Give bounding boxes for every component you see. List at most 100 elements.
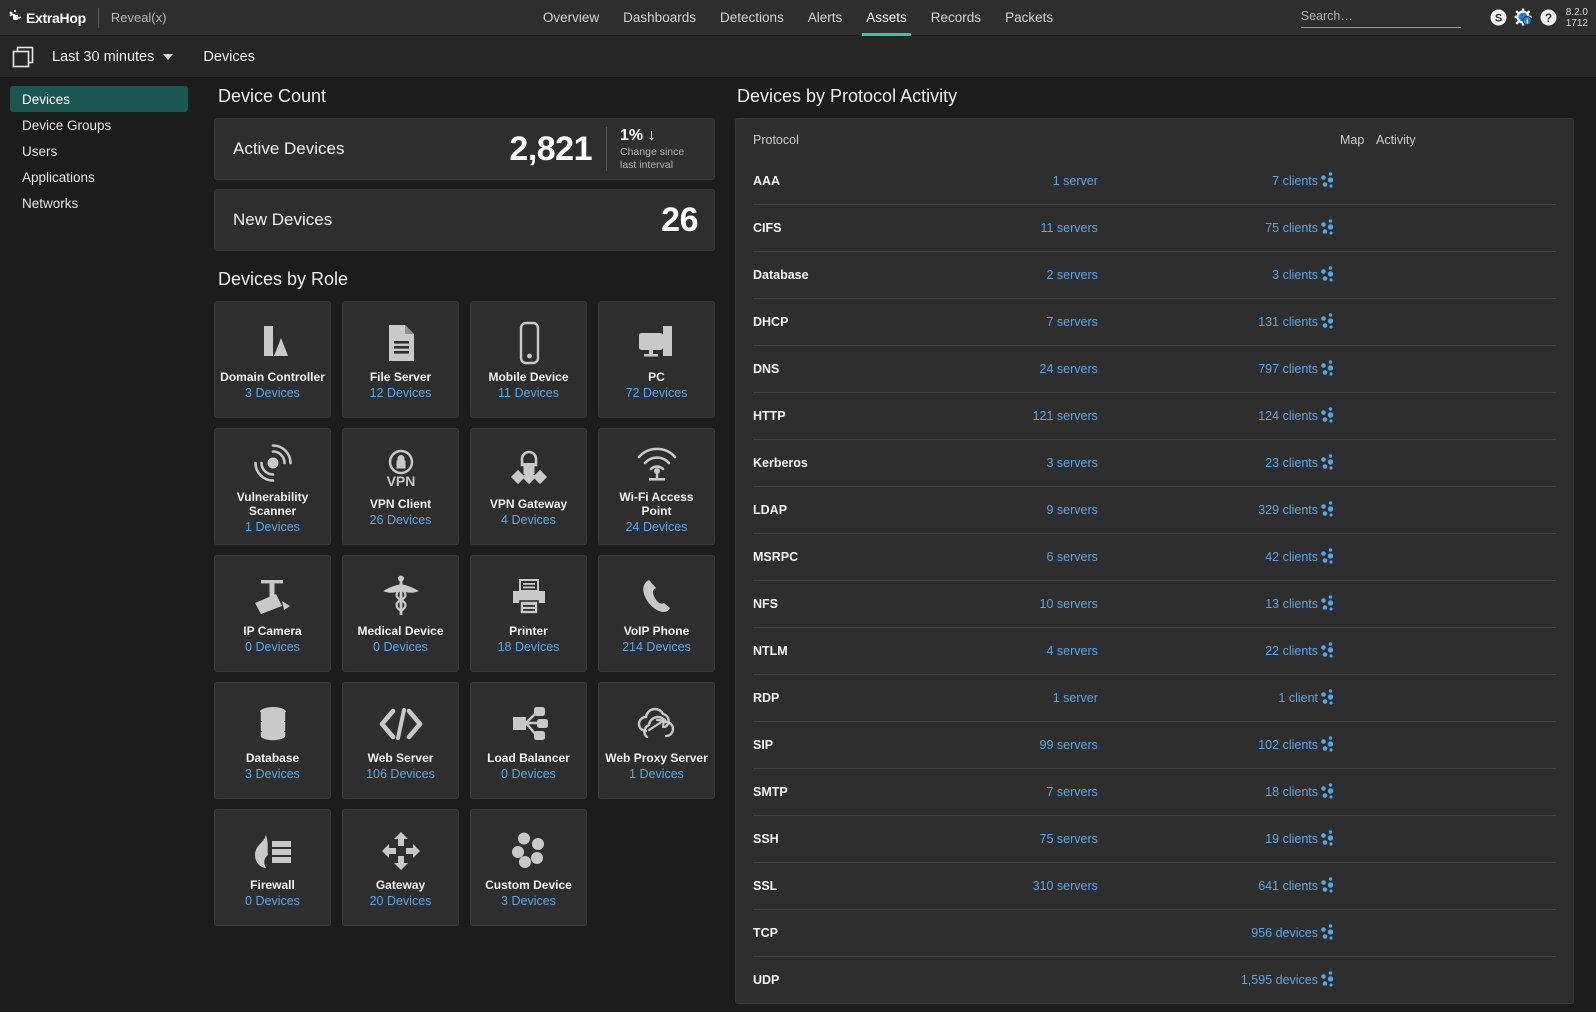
time-range-picker[interactable]: Last 30 minutes	[52, 49, 174, 65]
global-search[interactable]	[1300, 7, 1461, 28]
role-card-web-proxy-server[interactable]: Web Proxy Server 1 Devices	[598, 682, 715, 799]
tab-packets[interactable]: Packets	[993, 0, 1065, 36]
client-count-link[interactable]: 131 clients	[1097, 298, 1318, 346]
table-row[interactable]: Kerberos 3 servers 23 clients	[753, 439, 1556, 487]
role-count[interactable]: 214 Devices	[622, 640, 691, 654]
network-map-icon[interactable]	[1318, 688, 1336, 709]
client-count-link[interactable]: 23 clients	[1097, 439, 1318, 487]
role-count[interactable]: 106 Devices	[366, 767, 435, 781]
tab-overview[interactable]: Overview	[531, 0, 611, 36]
sidebar-item-users[interactable]: Users	[10, 138, 188, 164]
gear-info-icon[interactable]: i	[1514, 8, 1533, 27]
help-icon[interactable]: ?	[1540, 9, 1557, 26]
client-count-link[interactable]: 329 clients	[1097, 486, 1318, 534]
server-count-link[interactable]: 6 servers	[911, 533, 1098, 581]
role-count[interactable]: 0 Devices	[501, 767, 556, 781]
role-card-firewall[interactable]: Firewall 0 Devices	[214, 809, 331, 926]
server-count-link[interactable]: 75 servers	[911, 815, 1098, 863]
network-map-icon[interactable]	[1318, 923, 1336, 944]
role-card-medical-device[interactable]: Medical Device 0 Devices	[342, 555, 459, 672]
client-count-link[interactable]: 75 clients	[1097, 204, 1318, 252]
table-row[interactable]: RDP 1 server 1 client	[753, 674, 1556, 722]
client-count-link[interactable]: 124 clients	[1097, 392, 1318, 440]
role-count[interactable]: 26 Devices	[370, 513, 432, 527]
role-count[interactable]: 3 Devices	[245, 767, 300, 781]
table-row[interactable]: NTLM 4 servers 22 clients	[753, 627, 1556, 675]
role-card-wifi-access-point[interactable]: Wi-Fi Access Point 24 Devices	[598, 428, 715, 545]
role-count[interactable]: 0 Devices	[245, 894, 300, 908]
table-row[interactable]: DNS 24 servers 797 clients	[753, 345, 1556, 393]
network-map-icon[interactable]	[1318, 829, 1336, 850]
network-map-icon[interactable]	[1318, 782, 1336, 803]
tab-dashboards[interactable]: Dashboards	[611, 0, 708, 36]
role-card-vulnerability-scanner[interactable]: Vulnerability Scanner 1 Devices	[214, 428, 331, 545]
table-row[interactable]: HTTP 121 servers 124 clients	[753, 392, 1556, 440]
role-count[interactable]: 12 Devices	[370, 386, 432, 400]
tab-assets[interactable]: Assets	[854, 0, 919, 36]
search-input[interactable]	[1300, 9, 1461, 23]
server-count-link[interactable]: 10 servers	[911, 580, 1098, 628]
sidebar-item-applications[interactable]: Applications	[10, 164, 188, 190]
client-count-link[interactable]: 102 clients	[1097, 721, 1318, 769]
extrahop-logo[interactable]: ExtraHop	[8, 9, 86, 26]
role-card-database[interactable]: Database 3 Devices	[214, 682, 331, 799]
client-count-link[interactable]: 956 devices	[1097, 909, 1318, 957]
role-count[interactable]: 3 Devices	[501, 894, 556, 908]
table-row[interactable]: Database 2 servers 3 clients	[753, 251, 1556, 299]
network-map-icon[interactable]	[1318, 735, 1336, 756]
network-map-icon[interactable]	[1318, 218, 1336, 239]
client-count-link[interactable]: 641 clients	[1097, 862, 1318, 910]
server-count-link[interactable]: 7 servers	[911, 298, 1098, 346]
server-count-link[interactable]: 7 servers	[911, 768, 1098, 816]
role-count[interactable]: 20 Devices	[370, 894, 432, 908]
network-map-icon[interactable]	[1318, 641, 1336, 662]
server-count-link[interactable]: 11 servers	[911, 204, 1098, 252]
role-count[interactable]: 24 Devices	[626, 520, 688, 534]
sidebar-item-devices[interactable]: Devices	[10, 86, 188, 112]
network-map-icon[interactable]	[1318, 171, 1336, 192]
role-card-gateway[interactable]: Gateway 20 Devices	[342, 809, 459, 926]
network-map-icon[interactable]	[1318, 312, 1336, 333]
new-devices-card[interactable]: New Devices 26	[214, 189, 715, 251]
server-count-link[interactable]: 9 servers	[911, 486, 1098, 534]
server-count-link[interactable]: 99 servers	[911, 721, 1098, 769]
role-card-web-server[interactable]: Web Server 106 Devices	[342, 682, 459, 799]
role-count[interactable]: 18 Devices	[498, 640, 560, 654]
role-card-file-server[interactable]: File Server 12 Devices	[342, 301, 459, 418]
table-row[interactable]: NFS 10 servers 13 clients	[753, 580, 1556, 628]
server-count-link[interactable]	[911, 909, 1098, 957]
table-row[interactable]: CIFS 11 servers 75 clients	[753, 204, 1556, 252]
server-count-link[interactable]: 2 servers	[911, 251, 1098, 299]
client-count-link[interactable]: 1,595 devices	[1097, 956, 1318, 1003]
client-count-link[interactable]: 1 client	[1097, 674, 1318, 722]
server-count-link[interactable]: 1 server	[912, 158, 1098, 205]
network-map-icon[interactable]	[1318, 547, 1336, 568]
table-row[interactable]: SMTP 7 servers 18 clients	[753, 768, 1556, 816]
client-count-link[interactable]: 18 clients	[1097, 768, 1318, 816]
network-map-icon[interactable]	[1318, 265, 1336, 286]
client-count-link[interactable]: 19 clients	[1097, 815, 1318, 863]
network-map-icon[interactable]	[1318, 406, 1336, 427]
server-count-link[interactable]: 121 servers	[911, 392, 1098, 440]
network-map-icon[interactable]	[1318, 359, 1336, 380]
table-row[interactable]: MSRPC 6 servers 42 clients	[753, 533, 1556, 581]
sidebar-item-networks[interactable]: Networks	[10, 190, 188, 216]
role-card-domain-controller[interactable]: Domain Controller 3 Devices	[214, 301, 331, 418]
table-row[interactable]: TCP 956 devices	[753, 909, 1556, 957]
network-map-icon[interactable]	[1318, 970, 1336, 991]
role-count[interactable]: 1 Devices	[245, 520, 300, 534]
table-row[interactable]: SSL 310 servers 641 clients	[753, 862, 1556, 910]
role-card-mobile-device[interactable]: Mobile Device 11 Devices	[470, 301, 587, 418]
role-count[interactable]: 1 Devices	[629, 767, 684, 781]
role-count[interactable]: 3 Devices	[245, 386, 300, 400]
table-row[interactable]: SIP 99 servers 102 clients	[753, 721, 1556, 769]
role-card-pc[interactable]: PC 72 Devices	[598, 301, 715, 418]
network-map-icon[interactable]	[1318, 876, 1336, 897]
role-card-ip-camera[interactable]: IP Camera 0 Devices	[214, 555, 331, 672]
table-row[interactable]: DHCP 7 servers 131 clients	[753, 298, 1556, 346]
role-card-vpn-client[interactable]: VPN VPN Client 26 Devices	[342, 428, 459, 545]
client-count-link[interactable]: 13 clients	[1097, 580, 1318, 628]
tab-detections[interactable]: Detections	[708, 0, 796, 36]
network-map-icon[interactable]	[1318, 594, 1336, 615]
dual-pane-icon[interactable]	[10, 44, 36, 70]
